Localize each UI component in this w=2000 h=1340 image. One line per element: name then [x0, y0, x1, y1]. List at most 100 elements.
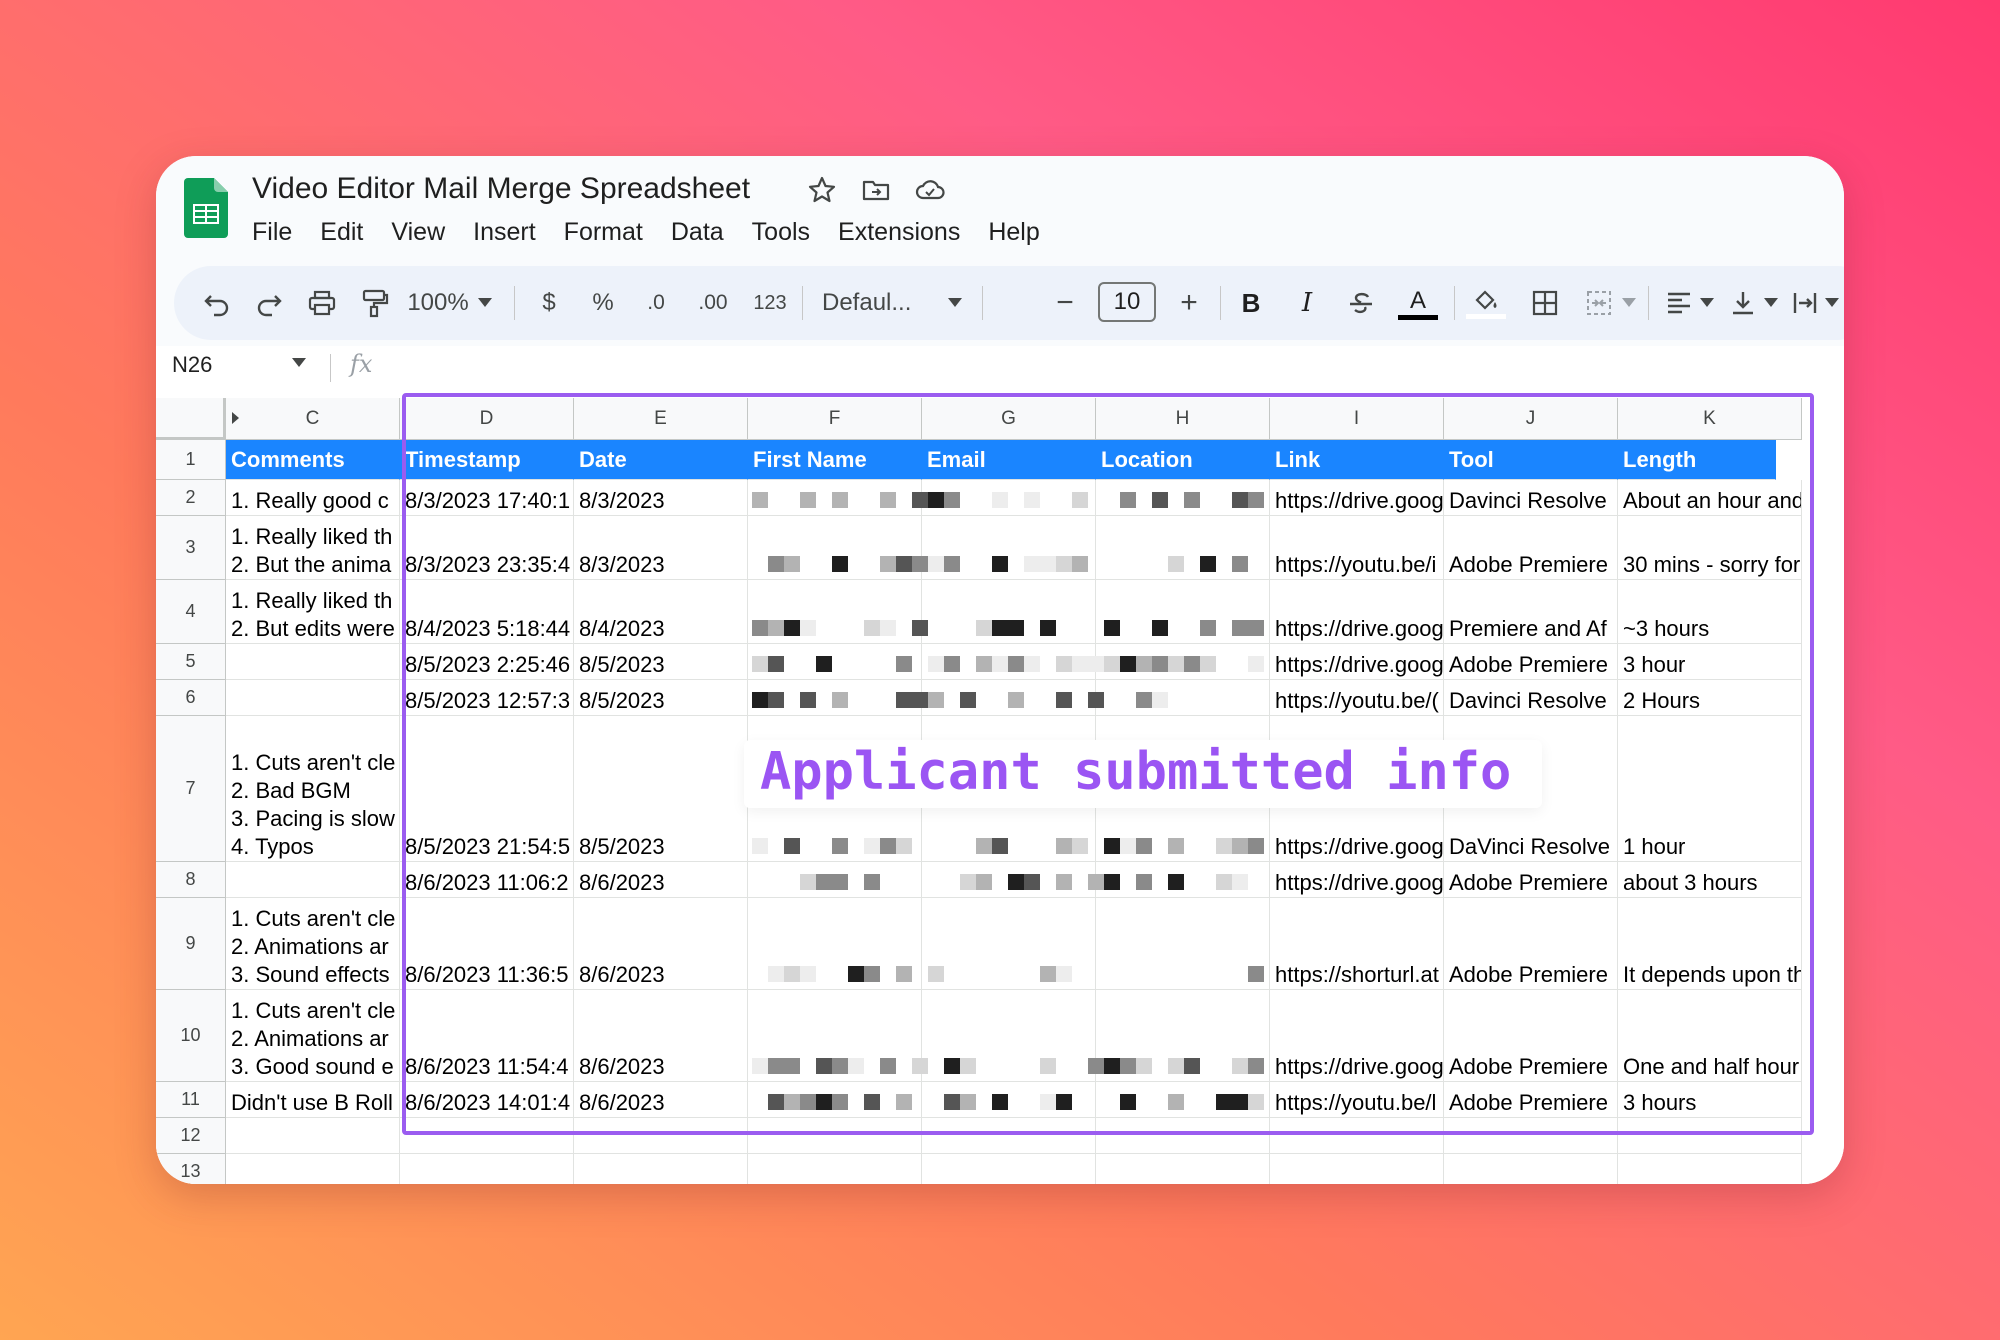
column-header-g[interactable]: G	[922, 398, 1096, 440]
menu-help[interactable]: Help	[988, 218, 1039, 247]
cell-e5[interactable]: 8/5/2023	[574, 644, 748, 680]
row-header-9[interactable]: 9	[156, 898, 226, 990]
font-family-select[interactable]: Defaul...	[822, 284, 932, 322]
cell-k13[interactable]	[1618, 1154, 1802, 1184]
cell-j9[interactable]: Adobe Premiere	[1444, 898, 1618, 990]
row-header-5[interactable]: 5	[156, 644, 226, 680]
header-cell-e[interactable]: Date	[574, 440, 748, 480]
column-header-h[interactable]: H	[1096, 398, 1270, 440]
cell-e9[interactable]: 8/6/2023	[574, 898, 748, 990]
star-icon[interactable]	[806, 174, 838, 206]
cell-e11[interactable]: 8/6/2023	[574, 1082, 748, 1118]
cell-e3[interactable]: 8/3/2023	[574, 516, 748, 580]
cell-j13[interactable]	[1444, 1154, 1618, 1184]
cell-j11[interactable]: Adobe Premiere	[1444, 1082, 1618, 1118]
cell-j5[interactable]: Adobe Premiere	[1444, 644, 1618, 680]
cell-i10[interactable]: https://drive.goog	[1270, 990, 1444, 1082]
cell-i9[interactable]: https://shorturl.at	[1270, 898, 1444, 990]
cell-j8[interactable]: Adobe Premiere	[1444, 862, 1618, 898]
cloud-saved-icon[interactable]	[914, 174, 946, 206]
cell-g13[interactable]	[922, 1154, 1096, 1184]
borders-icon[interactable]	[1528, 284, 1562, 322]
text-color-button[interactable]: A	[1398, 284, 1438, 322]
cell-h12[interactable]	[1096, 1118, 1270, 1154]
cell-c11[interactable]: Didn't use B Roll	[226, 1082, 400, 1118]
cell-e13[interactable]	[574, 1154, 748, 1184]
header-cell-g[interactable]: Email	[922, 440, 1096, 480]
cell-i13[interactable]	[1270, 1154, 1444, 1184]
cell-h9[interactable]	[1096, 898, 1270, 990]
number-format-button[interactable]: 123	[748, 284, 792, 322]
menu-insert[interactable]: Insert	[473, 218, 536, 247]
cell-i8[interactable]: https://drive.goog	[1270, 862, 1444, 898]
cell-c5[interactable]	[226, 644, 400, 680]
cell-d11[interactable]: 8/6/2023 14:01:4	[400, 1082, 574, 1118]
row-header-11[interactable]: 11	[156, 1082, 226, 1118]
column-header-j[interactable]: J	[1444, 398, 1618, 440]
strikethrough-icon[interactable]	[1344, 284, 1378, 322]
cell-k11[interactable]: 3 hours	[1618, 1082, 1802, 1118]
cell-c9[interactable]: 1. Cuts aren't cle 2. Animations ar 3. S…	[226, 898, 400, 990]
cell-c4[interactable]: 1. Really liked th 2. But edits were	[226, 580, 400, 644]
menu-format[interactable]: Format	[564, 218, 643, 247]
header-cell-d[interactable]: Timestamp	[400, 440, 574, 480]
header-cell-h[interactable]: Location	[1096, 440, 1270, 480]
cell-i4[interactable]: https://drive.goog	[1270, 580, 1444, 644]
header-cell-j[interactable]: Tool	[1444, 440, 1618, 480]
menu-file[interactable]: File	[252, 218, 292, 247]
row-header-2[interactable]: 2	[156, 480, 226, 516]
name-box-chevron-down-icon[interactable]	[292, 358, 306, 368]
cell-e2[interactable]: 8/3/2023	[574, 480, 748, 516]
column-header-c[interactable]: C	[226, 398, 400, 440]
header-cell-f[interactable]: First Name	[748, 440, 922, 480]
cell-d10[interactable]: 8/6/2023 11:54:4	[400, 990, 574, 1082]
cell-k8[interactable]: about 3 hours	[1618, 862, 1802, 898]
cell-d5[interactable]: 8/5/2023 2:25:46	[400, 644, 574, 680]
paint-format-icon[interactable]	[358, 284, 392, 322]
italic-button[interactable]: I	[1290, 284, 1324, 322]
row-header-7[interactable]: 7	[156, 716, 226, 862]
cell-e8[interactable]: 8/6/2023	[574, 862, 748, 898]
cell-e10[interactable]: 8/6/2023	[574, 990, 748, 1082]
cell-k12[interactable]	[1618, 1118, 1802, 1154]
cell-e12[interactable]	[574, 1118, 748, 1154]
cell-d6[interactable]: 8/5/2023 12:57:3	[400, 680, 574, 716]
cell-c10[interactable]: 1. Cuts aren't cle 2. Animations ar 3. G…	[226, 990, 400, 1082]
cell-d12[interactable]	[400, 1118, 574, 1154]
cell-c12[interactable]	[226, 1118, 400, 1154]
cell-j3[interactable]: Adobe Premiere	[1444, 516, 1618, 580]
cell-h6[interactable]	[1096, 680, 1270, 716]
cell-i6[interactable]: https://youtu.be/(	[1270, 680, 1444, 716]
cell-f12[interactable]	[748, 1118, 922, 1154]
zoom-chevron-down-icon[interactable]	[474, 284, 496, 322]
cell-i3[interactable]: https://youtu.be/i	[1270, 516, 1444, 580]
merge-chevron-down-icon[interactable]	[1620, 284, 1638, 322]
column-header-d[interactable]: D	[400, 398, 574, 440]
print-icon[interactable]	[304, 284, 340, 322]
cell-i11[interactable]: https://youtu.be/l	[1270, 1082, 1444, 1118]
font-size-input[interactable]: 10	[1098, 282, 1156, 322]
row-header-13[interactable]: 13	[156, 1154, 226, 1184]
cell-j12[interactable]	[1444, 1118, 1618, 1154]
align-chevron-down-icon[interactable]	[1698, 284, 1716, 322]
valign-chevron-down-icon[interactable]	[1762, 284, 1780, 322]
document-title[interactable]: Video Editor Mail Merge Spreadsheet	[252, 172, 750, 206]
row-header-1[interactable]: 1	[156, 440, 226, 480]
cell-e6[interactable]: 8/5/2023	[574, 680, 748, 716]
cell-c3[interactable]: 1. Really liked th 2. But the anima	[226, 516, 400, 580]
horizontal-align-icon[interactable]	[1662, 284, 1696, 322]
cell-d2[interactable]: 8/3/2023 17:40:1	[400, 480, 574, 516]
fill-color-icon[interactable]	[1466, 284, 1506, 322]
row-header-10[interactable]: 10	[156, 990, 226, 1082]
cell-c8[interactable]	[226, 862, 400, 898]
currency-format-button[interactable]: $	[534, 284, 564, 322]
cell-e4[interactable]: 8/4/2023	[574, 580, 748, 644]
row-header-8[interactable]: 8	[156, 862, 226, 898]
row-header-12[interactable]: 12	[156, 1118, 226, 1154]
column-header-f[interactable]: F	[748, 398, 922, 440]
google-sheets-logo-icon[interactable]	[184, 178, 228, 238]
header-cell-c[interactable]: Comments	[226, 440, 400, 480]
cell-i12[interactable]	[1270, 1118, 1444, 1154]
header-cell-k[interactable]: Length	[1618, 440, 1776, 480]
menu-extensions[interactable]: Extensions	[838, 218, 960, 247]
